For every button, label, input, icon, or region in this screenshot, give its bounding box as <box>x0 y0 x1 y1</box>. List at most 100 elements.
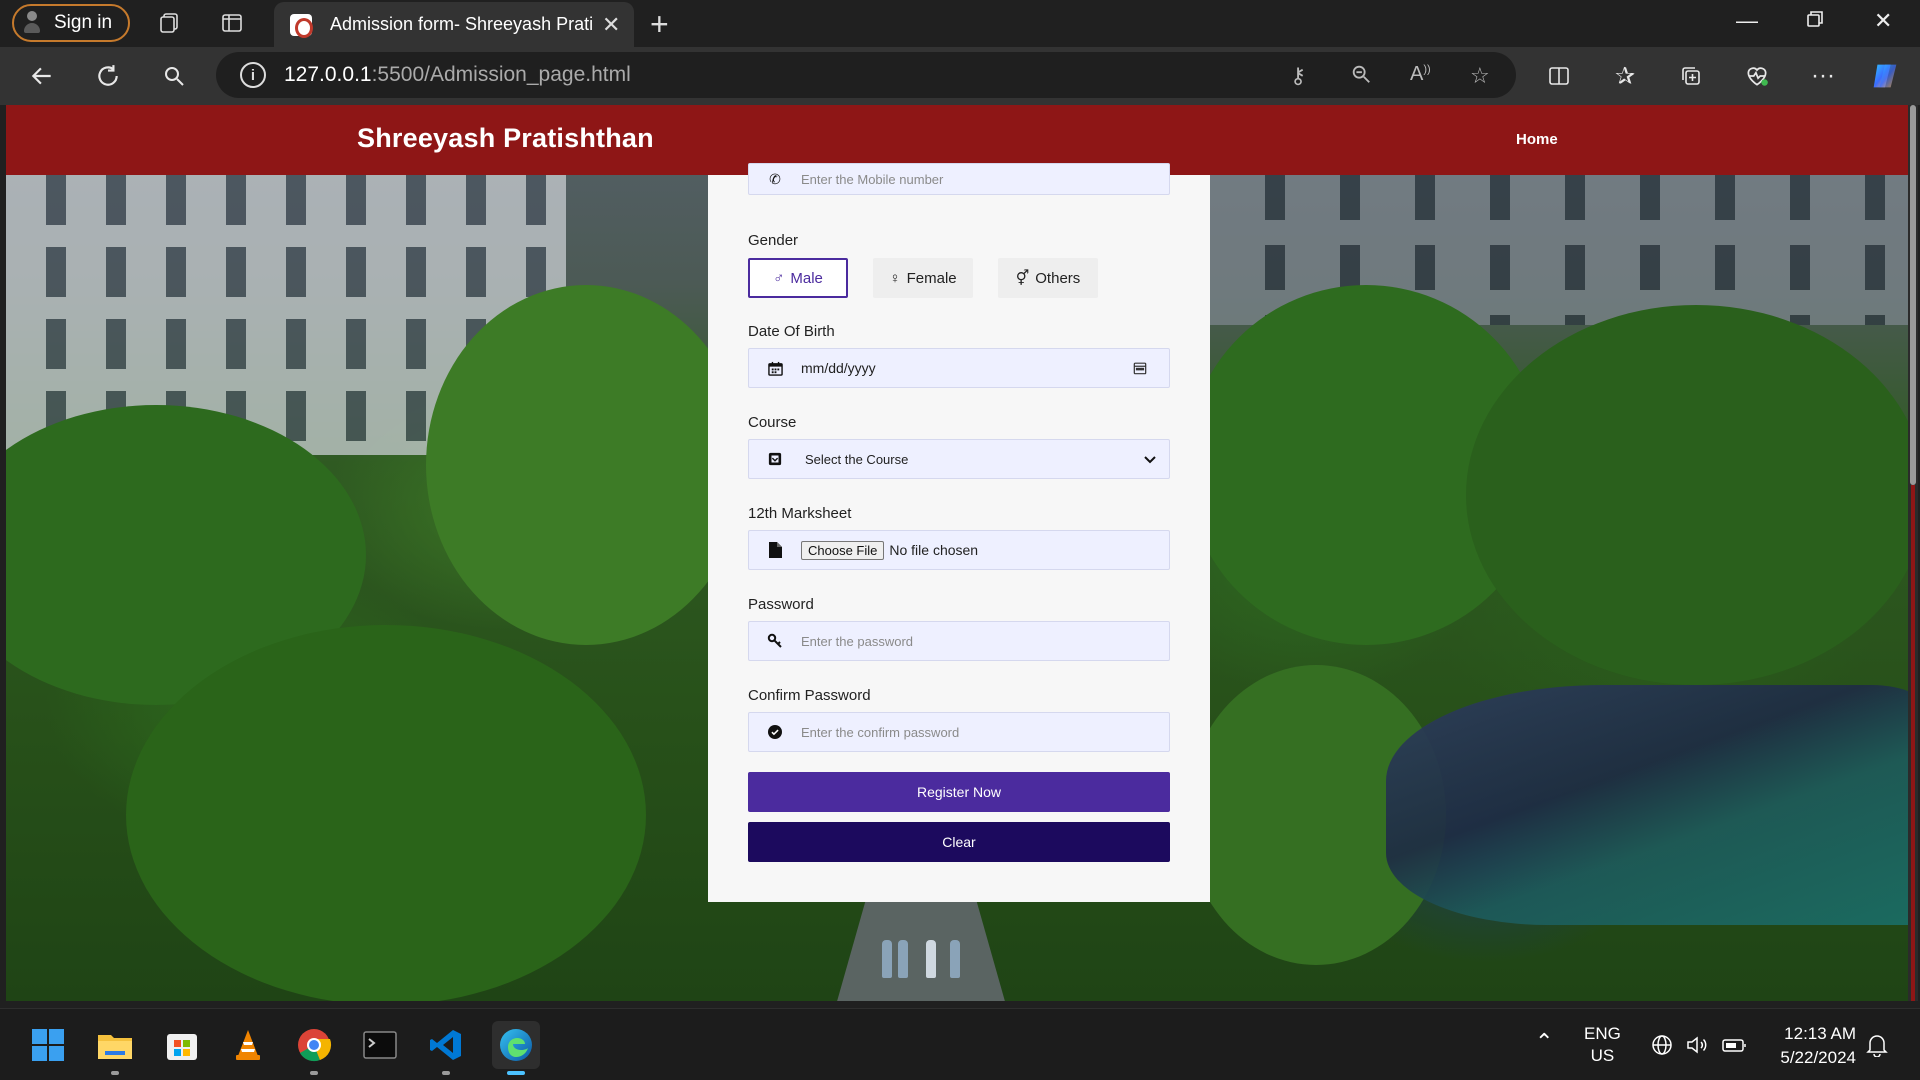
url-host: 127.0.0.1 <box>284 63 372 86</box>
vlc-icon[interactable] <box>228 1025 268 1065</box>
close-window-icon[interactable]: ✕ <box>1874 8 1892 34</box>
calendar-icon <box>767 360 783 376</box>
favorite-star-icon[interactable]: ☆ <box>1470 63 1490 89</box>
marksheet-file-input[interactable]: Choose File No file chosen <box>748 530 1170 570</box>
address-bar[interactable]: i 127.0.0.1:5500/Admission_page.html ⚷ A… <box>216 52 1516 98</box>
tree-foliage <box>1466 305 1909 685</box>
network-globe-icon[interactable] <box>1650 1033 1674 1062</box>
volume-icon[interactable] <box>1685 1033 1709 1062</box>
system-clock[interactable]: 12:13 AM 5/22/2024 <box>1764 1022 1856 1070</box>
region-code: US <box>1590 1046 1615 1065</box>
edge-icon[interactable] <box>492 1021 540 1075</box>
site-info-icon[interactable]: i <box>240 62 266 88</box>
site-brand[interactable]: Shreeyash Pratishthan <box>357 123 654 154</box>
dob-label: Date Of Birth <box>748 323 835 340</box>
split-screen-icon[interactable] <box>1542 59 1576 93</box>
date-picker-icon[interactable] <box>1133 361 1147 380</box>
person-figure <box>882 940 892 978</box>
tab-title: Admission form- Shreeyash Prati <box>330 14 592 34</box>
vertical-tabs-icon[interactable] <box>217 8 247 38</box>
notification-bell-icon[interactable] <box>1866 1033 1888 1062</box>
gender-others-option[interactable]: ⚥ Others <box>998 258 1098 298</box>
active-tab[interactable]: Admission form- Shreeyash Prati ✕ <box>274 2 634 47</box>
browser-toolbar: i 127.0.0.1:5500/Admission_page.html ⚷ A… <box>0 47 1920 105</box>
person-figure <box>926 940 936 978</box>
read-aloud-icon[interactable]: A)) <box>1410 63 1431 86</box>
sign-in-label: Sign in <box>54 12 113 33</box>
chevron-down-icon[interactable] <box>1143 452 1157 471</box>
windows-start-icon[interactable] <box>28 1025 68 1065</box>
course-book-icon <box>767 451 783 467</box>
gender-label: Gender <box>748 232 799 249</box>
gender-others-label: Others <box>1035 269 1081 287</box>
sign-in-button[interactable]: Sign in <box>12 4 130 42</box>
phone-icon: ✆ <box>769 170 781 187</box>
minimize-icon[interactable]: — <box>1736 8 1758 34</box>
file-explorer-icon[interactable] <box>95 1025 135 1075</box>
language-indicator[interactable]: ENG US <box>1584 1023 1621 1067</box>
site-favicon-icon <box>290 13 313 38</box>
copilot-icon[interactable] <box>1868 59 1902 93</box>
marksheet-label: 12th Marksheet <box>748 505 852 522</box>
search-icon[interactable] <box>157 59 191 93</box>
tree-foliage <box>126 625 646 1001</box>
collections-icon[interactable] <box>1674 59 1708 93</box>
male-icon: ♂ <box>773 269 785 287</box>
no-file-text: No file chosen <box>889 542 979 558</box>
mobile-number-input[interactable]: ✆ Enter the Mobile number <box>748 163 1170 195</box>
gender-male-option[interactable]: ♂ Male <box>748 258 848 298</box>
admission-form: ✆ Enter the Mobile number Gender ♂ Male … <box>708 163 1210 902</box>
course-label: Course <box>748 414 797 431</box>
restore-icon[interactable] <box>1806 8 1824 34</box>
refresh-icon[interactable] <box>91 59 125 93</box>
language-code: ENG <box>1584 1024 1621 1043</box>
password-input[interactable]: Enter the password <box>748 621 1170 661</box>
close-tab-icon[interactable]: ✕ <box>602 12 620 38</box>
chrome-icon[interactable] <box>294 1025 334 1075</box>
url-text[interactable]: 127.0.0.1:5500/Admission_page.html <box>284 63 631 87</box>
new-tab-icon[interactable]: + <box>650 6 669 43</box>
workspaces-icon[interactable] <box>154 8 184 38</box>
person-figure <box>898 940 908 978</box>
confirm-password-input[interactable]: Enter the confirm password <box>748 712 1170 752</box>
dob-value: mm/dd/yyyy <box>801 360 876 376</box>
choose-file-button[interactable]: Choose File <box>801 540 885 560</box>
microsoft-store-icon[interactable] <box>162 1025 202 1065</box>
windows-taskbar: ⌃ ENG US 12:13 AM 5/22/2024 <box>0 1008 1920 1080</box>
scrollbar-thumb[interactable] <box>1910 105 1916 485</box>
battery-icon[interactable] <box>1722 1033 1748 1062</box>
dob-input[interactable]: mm/dd/yyyy <box>748 348 1170 388</box>
password-label: Password <box>748 596 814 613</box>
page-scrollbar[interactable] <box>1908 105 1918 1001</box>
clear-button[interactable]: Clear <box>748 822 1170 862</box>
favorites-icon[interactable]: ✰ <box>1608 59 1642 93</box>
confirm-password-placeholder: Enter the confirm password <box>801 724 960 740</box>
running-indicator <box>111 1071 119 1075</box>
course-select[interactable]: Select the Course <box>748 439 1170 479</box>
female-icon: ♀ <box>889 269 901 287</box>
back-icon[interactable] <box>25 59 59 93</box>
check-circle-icon <box>767 724 783 740</box>
more-options-icon[interactable]: ··· <box>1806 59 1840 93</box>
running-indicator <box>442 1071 450 1075</box>
vscode-icon[interactable] <box>426 1025 466 1075</box>
file-icon <box>767 542 783 558</box>
gender-female-option[interactable]: ♀ Female <box>873 258 973 298</box>
tree-foliage <box>426 285 746 645</box>
show-hidden-icons-icon[interactable]: ⌃ <box>1535 1029 1553 1055</box>
zoom-out-icon[interactable] <box>1350 63 1372 91</box>
nav-home-link[interactable]: Home <box>1516 131 1558 148</box>
key-icon[interactable]: ⚷ <box>1290 63 1306 89</box>
gender-female-label: Female <box>906 269 957 287</box>
register-now-button[interactable]: Register Now <box>748 772 1170 812</box>
others-gender-icon: ⚥ <box>1015 270 1030 287</box>
course-selected-value: Select the Course <box>805 451 909 467</box>
mobile-placeholder: Enter the Mobile number <box>801 171 944 187</box>
clock-time: 12:13 AM <box>1784 1024 1856 1043</box>
password-placeholder: Enter the password <box>801 633 914 649</box>
page-viewport: Shreeyash Pratishthan Home ✆ Enter the M… <box>6 105 1909 1001</box>
clock-date: 5/22/2024 <box>1780 1048 1856 1067</box>
terminal-icon[interactable] <box>360 1025 400 1065</box>
browser-essentials-icon[interactable] <box>1740 59 1774 93</box>
campus-pond <box>1386 685 1909 925</box>
